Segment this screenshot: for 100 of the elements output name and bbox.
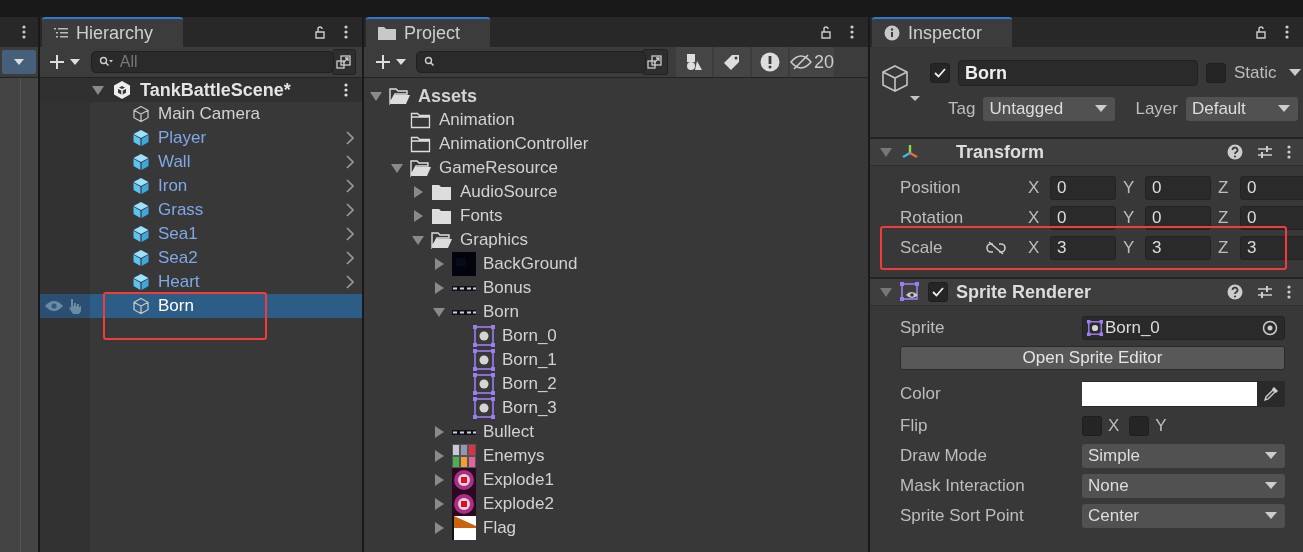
number-field[interactable]: 0 [1145,176,1211,200]
project-tree-item[interactable]: Graphics [364,228,868,252]
expand-arrow-icon[interactable] [433,474,445,486]
chevron-right-icon[interactable] [346,227,354,241]
layer-dropdown[interactable]: Default [1185,97,1298,121]
expand-arrow-icon[interactable] [433,258,445,270]
axis-label[interactable]: Y [1123,208,1145,228]
more-icon[interactable] [1287,145,1291,159]
number-field[interactable]: 0 [1145,206,1211,230]
dropdown[interactable]: Simple [1082,444,1285,468]
number-field[interactable]: 0 [1050,206,1116,230]
project-tree-item[interactable]: Explode1 [364,468,868,492]
expand-arrow-icon[interactable] [433,426,445,438]
project-tree-item[interactable]: Fonts [364,204,868,228]
more-icon[interactable] [850,25,854,39]
project-tree-item[interactable]: Born_2 [364,372,868,396]
expand-arrow-icon[interactable] [412,210,424,222]
more-icon[interactable] [1287,285,1291,299]
chevron-right-icon[interactable] [346,275,354,289]
search-field[interactable] [416,51,646,73]
search-field[interactable]: All [90,51,334,73]
inspector-tab[interactable]: Inspector [872,17,1013,47]
project-tree-item[interactable]: Enemys [364,444,868,468]
static-checkbox[interactable] [1206,63,1226,83]
hierarchy-item[interactable]: Sea1 [40,222,362,246]
expand-arrow-icon[interactable] [433,282,445,294]
axis-label[interactable]: Y [1123,178,1145,198]
dropdown[interactable]: Center [1082,504,1285,528]
chevron-right-icon[interactable] [346,251,354,265]
number-field[interactable]: 0 [1240,176,1303,200]
number-field[interactable]: 0 [1240,206,1303,230]
tag-dropdown[interactable]: Untagged [983,97,1116,121]
project-tree-item[interactable]: Explode2 [364,492,868,516]
expand-arrow-icon[interactable] [92,84,104,96]
name-field[interactable]: Born [958,60,1198,86]
hierarchy-item[interactable]: Born [40,294,362,318]
gizmo-dropdown[interactable] [2,50,36,74]
caret-down-icon[interactable] [1288,69,1301,77]
component-checkbox[interactable] [928,282,948,302]
expand-arrow-icon[interactable] [391,162,403,174]
more-icon[interactable] [344,83,348,97]
number-field[interactable]: 3 [1240,236,1303,260]
scene-row[interactable]: TankBattleScene* [40,78,362,102]
expand-arrow-icon[interactable] [880,146,892,158]
project-tree-item[interactable]: Flag [364,516,868,540]
expand-arrow-icon[interactable] [433,306,445,318]
axis-label[interactable]: Z [1218,208,1240,228]
project-tree-item[interactable]: AudioSource [364,180,868,204]
chevron-right-icon[interactable] [346,155,354,169]
lock-icon[interactable] [314,25,326,39]
open-sprite-editor-button[interactable]: Open Sprite Editor [900,346,1285,370]
help-icon[interactable] [1227,284,1243,300]
expand-arrow-icon[interactable] [433,450,445,462]
color-swatch[interactable] [1082,382,1257,406]
project-tree-item[interactable]: GameResource [364,156,868,180]
object-field[interactable]: Born_0 [1082,316,1285,340]
chevron-right-icon[interactable] [346,203,354,217]
hierarchy-item[interactable]: Iron [40,174,362,198]
number-field[interactable]: 0 [1050,176,1116,200]
project-tree-item[interactable]: Bonus [364,276,868,300]
number-field[interactable]: 3 [1145,236,1211,260]
expand-arrow-icon[interactable] [412,186,424,198]
expand-arrow-icon[interactable] [433,498,445,510]
project-tree-item[interactable]: Born_3 [364,396,868,420]
hierarchy-item[interactable]: Main Camera [40,102,362,126]
expand-arrow-icon[interactable] [412,234,424,246]
eyedropper-icon[interactable] [1263,386,1279,402]
help-icon[interactable] [1227,144,1243,160]
project-tree-item[interactable]: Assets [364,84,868,108]
axis-label[interactable]: Y [1123,238,1145,258]
eye-icon[interactable] [44,300,64,312]
hierarchy-item[interactable]: Grass [40,198,362,222]
more-icon[interactable] [22,25,26,39]
more-icon[interactable] [344,25,348,39]
axis-label[interactable]: X [1028,238,1050,258]
hierarchy-tab[interactable]: Hierarchy [42,17,184,47]
expand-arrow-icon[interactable] [433,522,445,534]
hidden-packages-button[interactable]: 20 [790,47,834,77]
cube-icon[interactable] [880,63,920,103]
chevron-right-icon[interactable] [346,131,354,145]
project-tree-item[interactable]: AnimationController [364,132,868,156]
chevron-right-icon[interactable] [346,179,354,193]
lock-icon[interactable] [820,25,832,39]
filter-by-label-button[interactable] [714,47,750,77]
project-tree-item[interactable]: Born_1 [364,348,868,372]
number-field[interactable]: 3 [1050,236,1116,260]
hierarchy-item[interactable]: Player [40,126,362,150]
component-header[interactable]: Transform [870,139,1303,166]
project-tree-item[interactable]: Born [364,300,868,324]
link-icon[interactable] [986,241,1006,255]
component-header[interactable]: Sprite Renderer [870,279,1303,306]
axis-label[interactable]: X [1028,178,1050,198]
sliders-icon[interactable] [1257,284,1273,300]
more-icon[interactable] [1285,25,1289,39]
project-tree-item[interactable]: BackGround [364,252,868,276]
hierarchy-item[interactable]: Heart [40,270,362,294]
filter-by-type-button[interactable] [676,47,712,77]
project-tree-item[interactable]: Born_0 [364,324,868,348]
warning-filter-button[interactable] [752,47,788,77]
hierarchy-item[interactable]: Sea2 [40,246,362,270]
